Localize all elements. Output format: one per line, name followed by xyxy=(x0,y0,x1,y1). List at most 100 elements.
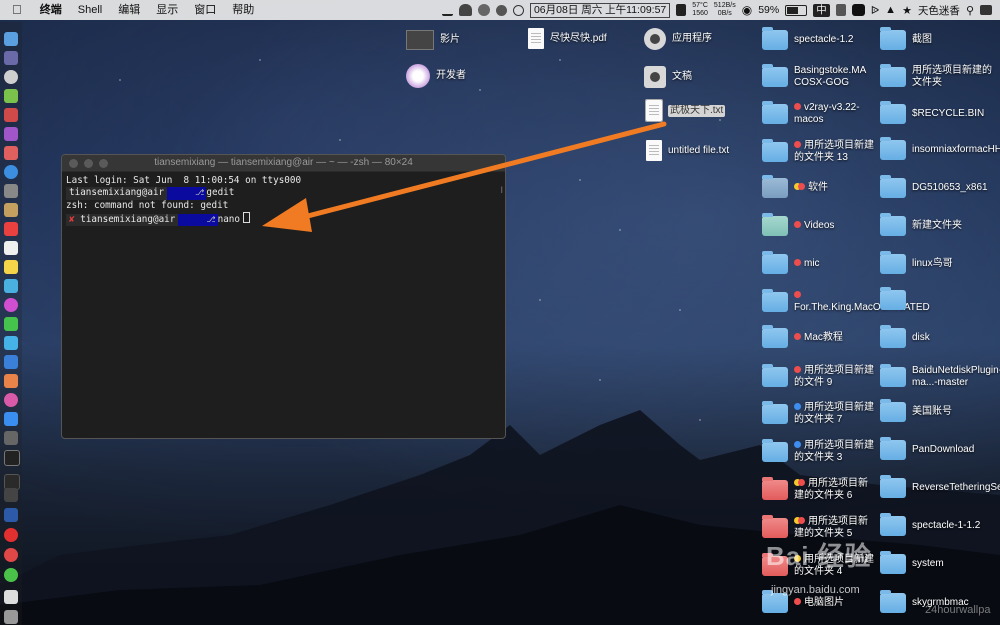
volume-icon[interactable]: ▲ xyxy=(885,4,896,16)
document-dock-icon[interactable] xyxy=(4,590,18,604)
folder-item[interactable]: insomniaxformacHHB_jb51 xyxy=(880,137,1000,160)
folder-item[interactable]: For.The.King.MacOS...iVATED xyxy=(762,289,930,314)
app-icon-10[interactable] xyxy=(4,488,18,502)
globe-icon[interactable] xyxy=(512,4,524,16)
folder-item[interactable]: BaiduNetdiskPlugin-ma...-master xyxy=(880,364,1000,389)
folder-item[interactable]: 用所选项目新建的文件夹 3 xyxy=(762,439,874,464)
folder-item[interactable]: 美国账号 xyxy=(880,399,952,422)
input-source-icon[interactable] xyxy=(835,4,846,16)
terminal-window[interactable]: tiansemixiang — tiansemixiang@air — ~ — … xyxy=(61,154,506,439)
desktop-item-untitled[interactable]: untitled file.txt xyxy=(646,140,729,161)
app-icon-2[interactable] xyxy=(4,127,18,141)
finder-icon[interactable] xyxy=(4,32,18,46)
search-icon[interactable]: ⚲ xyxy=(966,4,974,17)
folder-item[interactable]: 软件 xyxy=(762,175,828,198)
wechat-icon[interactable] xyxy=(4,568,18,582)
star-icon[interactable]: ★ xyxy=(902,4,912,17)
folder-item[interactable]: DG510653_x861 xyxy=(880,175,988,198)
app-icon-11[interactable] xyxy=(4,548,18,562)
download-icon[interactable] xyxy=(441,5,453,16)
battery-icon[interactable] xyxy=(785,4,808,16)
folder-item[interactable]: v2ray-v3.22-macos xyxy=(762,101,874,126)
folder-item[interactable]: $RECYCLE.BIN xyxy=(880,101,984,124)
dots-icon[interactable] xyxy=(477,4,490,16)
folder-item[interactable]: Videos xyxy=(762,213,834,236)
app-icon-8[interactable] xyxy=(4,355,18,369)
wifi-icon[interactable]: ◉ xyxy=(742,3,752,17)
folder-item[interactable]: mic xyxy=(762,251,820,274)
folder-item[interactable]: 用所选项目新建的文件夹 7 xyxy=(762,401,874,426)
folder-item[interactable]: spectacle-1-1.2 xyxy=(880,513,980,536)
folder-item[interactable]: ReverseTetheringServer_1.2.0 xyxy=(880,475,1000,498)
folder-item[interactable]: Basingstoke.MA COSX-GOG xyxy=(762,64,874,89)
desktop-item-movies[interactable]: 影片 xyxy=(406,30,460,50)
folder-item[interactable]: 用所选项目新建的文件夹 6 xyxy=(762,477,874,502)
scroll-indicator[interactable]: I xyxy=(500,185,503,195)
folder-item[interactable]: spectacle-1.2 xyxy=(762,27,853,50)
app-store-icon[interactable] xyxy=(4,412,18,426)
folder-item[interactable]: 截图 xyxy=(880,27,932,50)
folder-item[interactable]: PanDownload xyxy=(880,437,974,460)
chrome-icon[interactable] xyxy=(4,165,18,179)
folder-item[interactable]: 用所选项目新建的文件夹 13 xyxy=(762,139,874,164)
ghost-icon[interactable] xyxy=(458,4,472,16)
app-menu[interactable]: 终端 xyxy=(32,0,70,20)
yandex-icon[interactable] xyxy=(4,528,18,542)
calendar-icon[interactable] xyxy=(676,4,687,16)
battery-percent[interactable]: 59% xyxy=(758,4,779,16)
app-icon-1[interactable] xyxy=(4,108,18,122)
settings-icon[interactable] xyxy=(495,4,507,16)
safari-icon[interactable] xyxy=(4,70,18,84)
folder-item[interactable]: 用所选项目新建的文件夹 xyxy=(880,64,992,89)
vpn-icon[interactable] xyxy=(4,508,18,522)
app-icon-6[interactable] xyxy=(4,279,18,293)
folder-item[interactable]: 电脑图片 xyxy=(762,590,844,613)
app-icon-9[interactable] xyxy=(4,374,18,388)
folder-item[interactable]: disk xyxy=(880,325,930,348)
launchpad-icon[interactable] xyxy=(4,51,18,65)
app-icon-3[interactable] xyxy=(4,146,18,160)
folder-icon xyxy=(880,513,906,536)
photos-icon[interactable] xyxy=(4,298,18,312)
app-icon-5[interactable] xyxy=(4,203,18,217)
itunes-icon[interactable] xyxy=(4,393,18,407)
folder-item[interactable]: system xyxy=(880,551,944,574)
terminal-dock-icon[interactable] xyxy=(4,450,20,466)
temp-readout[interactable]: 57°C 1560 xyxy=(692,2,708,18)
app-icon-4[interactable] xyxy=(4,184,18,198)
stickies-icon[interactable] xyxy=(4,260,18,274)
user-name[interactable]: 天色迷香 xyxy=(918,3,960,18)
menu-shell[interactable]: Shell xyxy=(70,0,110,20)
terminal-content[interactable]: Last login: Sat Jun 8 11:00:54 on ttys00… xyxy=(62,172,505,227)
system-prefs-icon[interactable] xyxy=(4,431,18,445)
bluetooth-icon[interactable]: ᐉ xyxy=(871,4,879,17)
terminal-titlebar[interactable]: tiansemixiang — tiansemixiang@air — ~ — … xyxy=(62,155,505,172)
folder-item[interactable]: 新建文件夹 xyxy=(880,213,962,236)
menu-window[interactable]: 窗口 xyxy=(186,0,224,20)
command-text: gedit xyxy=(206,187,235,199)
app-icon-7[interactable] xyxy=(4,336,18,350)
folder-item[interactable]: Mac教程 xyxy=(762,325,843,348)
folder-item[interactable]: linux鸟哥 xyxy=(880,251,953,274)
calendar-dock-icon[interactable] xyxy=(4,222,18,236)
desktop-item-txt-selected[interactable]: 武极天下.txt xyxy=(645,99,726,122)
desktop-item-documents[interactable]: 文稿 xyxy=(644,66,692,88)
notes-icon[interactable] xyxy=(4,241,18,255)
apple-menu-icon[interactable]:  xyxy=(0,0,32,20)
trash-icon[interactable] xyxy=(4,610,18,624)
messages-icon[interactable] xyxy=(4,317,18,331)
network-speed[interactable]: 512B/s 0B/s xyxy=(714,2,736,18)
s-app-icon[interactable] xyxy=(851,4,865,16)
datetime-widget[interactable]: 06月08日 周六 上午11:09:57 xyxy=(529,2,671,18)
android-icon[interactable] xyxy=(4,89,18,103)
desktop-item-developer[interactable]: 开发者 xyxy=(406,64,466,88)
menu-edit[interactable]: 编辑 xyxy=(110,0,148,20)
menu-view[interactable]: 显示 xyxy=(148,0,186,20)
desktop-item-applications[interactable]: 应用程序 xyxy=(644,28,712,50)
menu-help[interactable]: 帮助 xyxy=(224,0,262,20)
folder-item[interactable]: 用所选项目新建的文件 9 xyxy=(762,364,874,389)
list-icon[interactable] xyxy=(980,5,992,15)
folder-item[interactable] xyxy=(880,287,912,310)
desktop-item-pdf[interactable]: 尽快尽快.pdf xyxy=(528,28,607,49)
input-method[interactable]: 中 xyxy=(813,3,830,17)
